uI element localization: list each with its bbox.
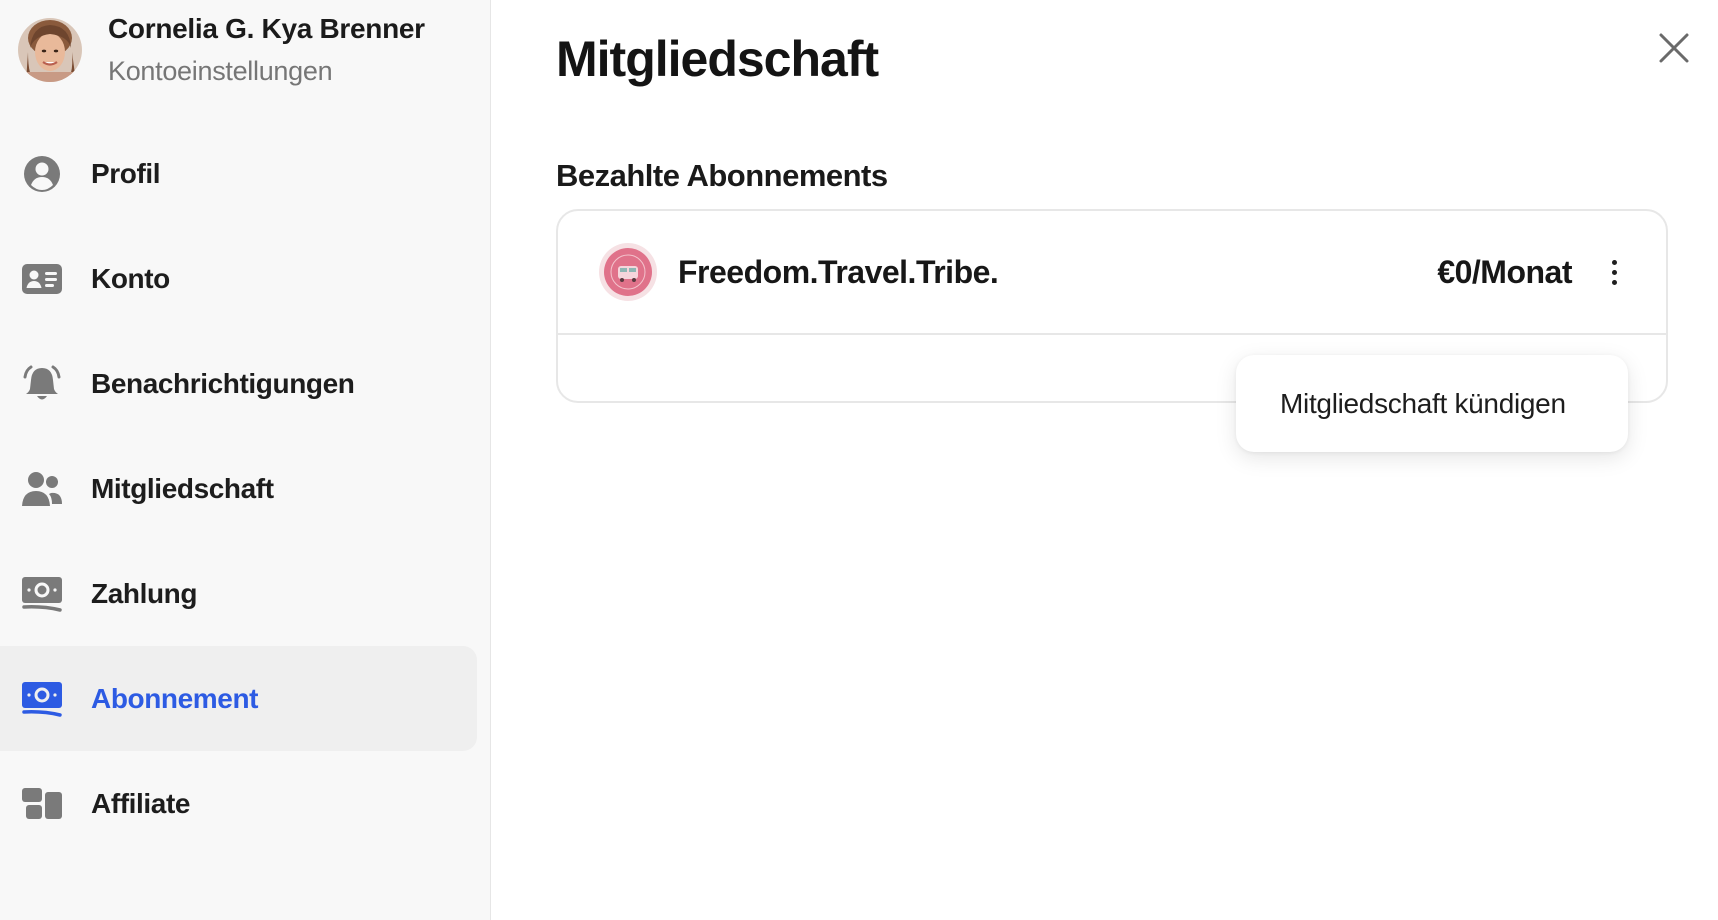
account-settings-subtitle: Kontoeinstellungen — [108, 56, 333, 86]
user-header: Cornelia G. Kya Brenner Kontoeinstellung… — [18, 12, 425, 88]
options-dropdown: Mitgliedschaft kündigen — [1236, 355, 1628, 452]
user-circle-icon — [20, 152, 64, 196]
avatar — [18, 18, 82, 82]
sidebar-item-label: Abonnement — [91, 682, 259, 714]
money-bill-icon — [20, 677, 64, 721]
more-options-icon[interactable] — [1602, 250, 1626, 294]
page-title: Mitgliedschaft — [556, 31, 879, 87]
sidebar-item-label: Mitgliedschaft — [91, 472, 274, 504]
sidebar-item-mitgliedschaft[interactable]: Mitgliedschaft — [0, 436, 477, 541]
sidebar-item-label: Profil — [91, 157, 161, 189]
community-logo — [598, 242, 658, 302]
sidebar-item-konto[interactable]: Konto — [0, 226, 477, 331]
subscription-price: €0/Monat — [1437, 253, 1572, 290]
sidebar-item-label: Affiliate — [91, 787, 191, 819]
sidebar: Cornelia G. Kya Brenner Kontoeinstellung… — [0, 0, 491, 920]
settings-nav: Profil Konto Benachrichtigungen Mitglied… — [0, 121, 477, 856]
subscription-name: Freedom.Travel.Tribe. — [678, 253, 999, 290]
sidebar-item-label: Benachrichtigungen — [91, 367, 355, 399]
users-icon — [20, 467, 64, 511]
main-content: Mitgliedschaft Bezahlte Abonnements Free… — [492, 0, 1718, 920]
bell-ringing-icon — [20, 362, 64, 406]
close-button[interactable] — [1654, 28, 1694, 68]
sidebar-item-zahlung[interactable]: Zahlung — [0, 541, 477, 646]
sidebar-item-affiliate[interactable]: Affiliate — [0, 751, 477, 856]
sidebar-item-benachrichtigungen[interactable]: Benachrichtigungen — [0, 331, 477, 436]
id-card-icon — [20, 257, 64, 301]
subscription-row: Freedom.Travel.Tribe. €0/Monat — [558, 211, 1666, 335]
cancel-membership-menu-item[interactable]: Mitgliedschaft kündigen — [1280, 388, 1566, 420]
sidebar-item-profil[interactable]: Profil — [0, 121, 477, 226]
close-icon — [1659, 33, 1689, 63]
money-bill-icon — [20, 572, 64, 616]
user-name: Cornelia G. Kya Brenner — [108, 13, 425, 44]
sidebar-item-label: Konto — [91, 262, 170, 294]
sidebar-item-label: Zahlung — [91, 577, 198, 609]
sidebar-item-abonnement[interactable]: Abonnement — [0, 646, 477, 751]
grid-blocks-icon — [20, 782, 64, 826]
section-title: Bezahlte Abonnements — [556, 158, 888, 193]
